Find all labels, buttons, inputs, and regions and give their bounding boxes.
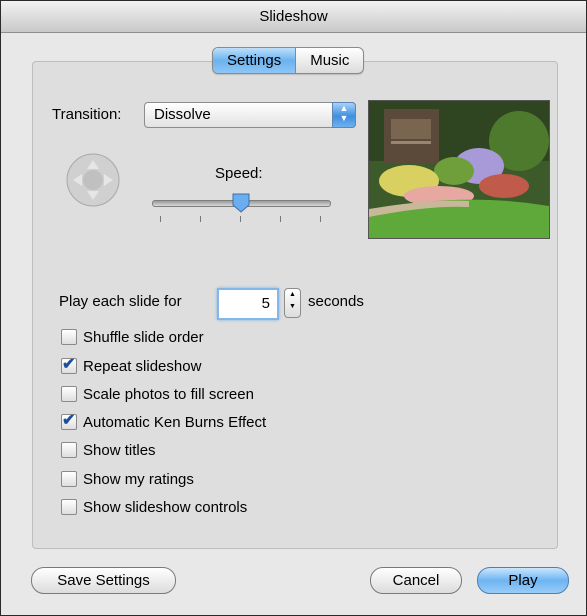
checkbox[interactable]: ✔ [61,412,77,430]
checkbox[interactable] [61,329,77,345]
option-row[interactable]: Show slideshow controls [61,497,247,517]
checkmark-icon: ✔ [62,412,76,429]
direction-pad-icon[interactable] [65,152,121,208]
slider-tick [320,216,321,222]
option-label: Show slideshow controls [83,498,248,516]
up-down-arrows-icon: ▲ ▼ [332,102,356,128]
tab-settings[interactable]: Settings [213,48,297,73]
transition-value: Dissolve [154,106,211,123]
option-label: Show titles [83,441,156,459]
speed-label: Speed: [215,165,263,182]
checkbox[interactable] [61,499,77,515]
slider-tick [240,216,241,222]
checkbox[interactable] [61,386,77,402]
seconds-stepper[interactable]: ▲ ▼ [284,288,301,318]
speed-slider[interactable] [152,193,331,224]
option-row[interactable]: Shuffle slide order [61,327,204,347]
window-title: Slideshow [1,1,586,33]
checkmark-icon: ✔ [62,356,76,373]
option-label: Automatic Ken Burns Effect [83,413,267,431]
checkbox[interactable] [61,442,77,458]
slideshow-window: Slideshow Settings Music Transition: Dis… [0,0,587,616]
option-row[interactable]: Show titles [61,440,156,460]
seconds-label: seconds [308,293,364,310]
seconds-field[interactable]: 5 [217,288,279,320]
transition-label: Transition: [52,106,122,123]
slider-tick [280,216,281,222]
option-label: Scale photos to fill screen [83,385,254,403]
transition-popup[interactable]: Dissolve ▲ ▼ [144,102,356,128]
checkbox[interactable] [61,471,77,487]
play-button[interactable]: Play [477,567,569,594]
option-row[interactable]: Show my ratings [61,469,194,489]
option-label: Shuffle slide order [83,328,204,346]
save-settings-button[interactable]: Save Settings [31,567,176,594]
option-label: Repeat slideshow [83,357,202,375]
slider-thumb[interactable] [232,193,250,213]
seconds-value: 5 [261,295,270,312]
option-label: Show my ratings [83,470,194,488]
option-row[interactable]: Scale photos to fill screen [61,384,254,404]
tab-music[interactable]: Music [296,48,363,73]
slider-tick [160,216,161,222]
option-row[interactable]: ✔ Automatic Ken Burns Effect [61,412,266,432]
checkbox[interactable]: ✔ [61,356,77,374]
option-row[interactable]: ✔ Repeat slideshow [61,356,201,376]
play-each-label: Play each slide for [59,293,182,310]
slider-tick [200,216,201,222]
tab-control: Settings Music [212,47,365,74]
cancel-button[interactable]: Cancel [370,567,462,594]
preview-image [368,100,550,239]
